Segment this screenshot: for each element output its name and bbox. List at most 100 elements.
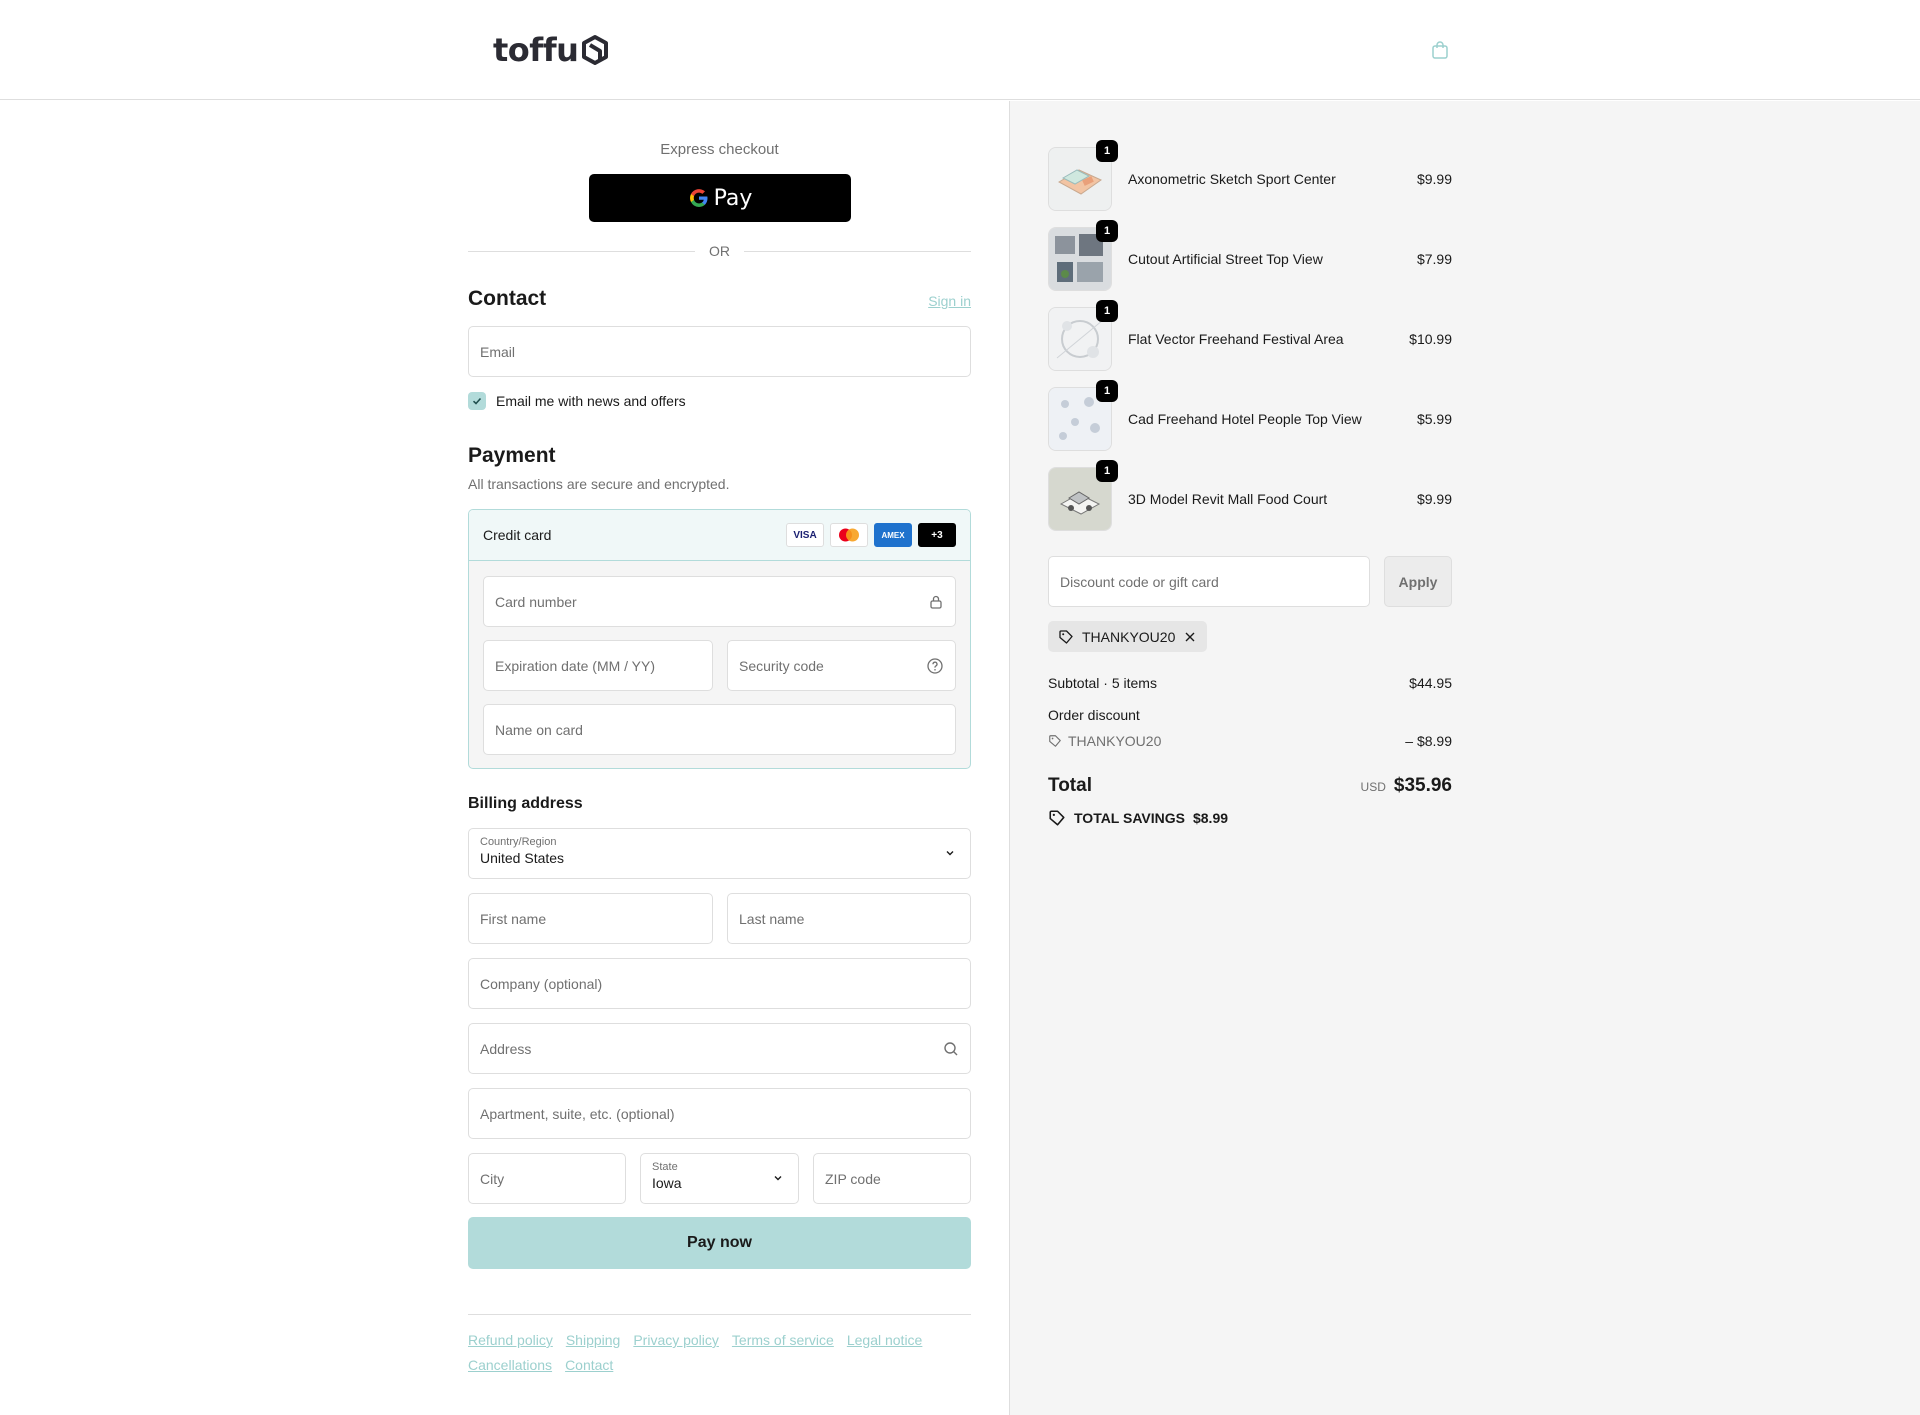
security-code-input[interactable]: Security code [727, 640, 956, 691]
logo-mark-icon [582, 35, 609, 65]
footer-links: Refund policy Shipping Privacy policy Te… [468, 1332, 971, 1373]
item-name: Axonometric Sketch Sport Center [1128, 171, 1336, 187]
cart-item: 1 Cad Freehand Hotel People Top View $5.… [1048, 380, 1452, 451]
amex-icon: AMEX [874, 523, 912, 547]
item-price: $5.99 [1416, 411, 1452, 427]
item-name: Cad Freehand Hotel People Top View [1128, 411, 1362, 427]
google-pay-button[interactable]: Pay [589, 174, 851, 222]
product-thumbnail: 1 [1048, 460, 1118, 531]
product-thumbnail: 1 [1048, 220, 1118, 291]
refund-policy-link[interactable]: Refund policy [468, 1332, 553, 1348]
visa-icon: VISA [786, 523, 824, 547]
state-value: Iowa [652, 1175, 682, 1191]
applied-discount-chip: THANKYOU20 [1048, 621, 1208, 652]
expiry-date-input[interactable]: Expiration date (MM / YY) [483, 640, 713, 691]
total-amount: $35.96 [1393, 775, 1452, 796]
apartment-input[interactable]: Apartment, suite, etc. (optional) [468, 1088, 971, 1139]
store-logo[interactable]: toffu [493, 30, 610, 70]
checkbox-checked[interactable] [468, 392, 486, 410]
item-price: $10.99 [1409, 331, 1452, 347]
zip-code-input[interactable]: ZIP code [813, 1153, 971, 1204]
tag-icon [1049, 735, 1061, 747]
expiry-placeholder: Expiration date (MM / YY) [495, 657, 656, 674]
total-label: Total [1048, 775, 1092, 796]
quantity-badge: 1 [1096, 300, 1118, 322]
company-input[interactable]: Company (optional) [468, 958, 971, 1009]
company-placeholder: Company (optional) [480, 975, 603, 992]
mastercard-icon [830, 523, 868, 547]
email-field[interactable]: Email [468, 326, 971, 377]
cancellations-link[interactable]: Cancellations [468, 1357, 552, 1373]
card-number-input[interactable]: Card number [483, 576, 956, 627]
logo-text: toffu [493, 31, 579, 69]
site-header: toffu [0, 0, 1920, 100]
quantity-badge: 1 [1096, 460, 1118, 482]
payment-subtitle: All transactions are secure and encrypte… [468, 476, 730, 492]
chevron-down-icon [946, 851, 954, 856]
cart-item: 1 3D Model Revit Mall Food Court $9.99 [1048, 460, 1452, 531]
discount-code-input[interactable]: Discount code or gift card [1048, 556, 1370, 607]
state-select[interactable]: State Iowa [640, 1153, 799, 1204]
product-thumbnail: 1 [1048, 380, 1118, 451]
google-g-icon [689, 189, 708, 207]
quantity-badge: 1 [1096, 220, 1118, 242]
credit-card-label: Credit card [483, 527, 552, 543]
applied-code: THANKYOU20 [1082, 628, 1176, 645]
total-row: Total USD $35.96 [1048, 775, 1452, 797]
sign-in-link[interactable]: Sign in [928, 293, 971, 309]
terms-of-service-link[interactable]: Terms of service [732, 1332, 834, 1348]
shopping-bag-icon [1432, 41, 1448, 59]
quantity-badge: 1 [1096, 380, 1118, 402]
item-price: $9.99 [1416, 171, 1452, 187]
cart-button[interactable] [1428, 38, 1452, 62]
express-checkout-label: Express checkout [660, 141, 779, 158]
privacy-policy-link[interactable]: Privacy policy [633, 1332, 719, 1348]
email-placeholder: Email [480, 343, 516, 360]
name-on-card-input[interactable]: Name on card [483, 704, 956, 755]
last-name-input[interactable]: Last name [727, 893, 971, 944]
check-icon [472, 397, 482, 405]
help-circle-icon[interactable] [926, 657, 944, 675]
country-select[interactable]: Country/Region United States [468, 828, 971, 879]
first-name-input[interactable]: First name [468, 893, 713, 944]
product-thumbnail: 1 [1048, 300, 1118, 371]
contact-link[interactable]: Contact [565, 1357, 613, 1373]
order-discount-row: Order discount [1048, 707, 1452, 723]
cart-item: 1 Axonometric Sketch Sport Center $9.99 [1048, 140, 1452, 211]
billing-address-title: Billing address [468, 795, 583, 812]
city-input[interactable]: City [468, 1153, 626, 1204]
apply-discount-button[interactable]: Apply [1384, 556, 1452, 607]
lock-icon [930, 595, 942, 609]
city-placeholder: City [480, 1170, 505, 1187]
apartment-placeholder: Apartment, suite, etc. (optional) [480, 1105, 675, 1122]
payment-title: Payment [468, 444, 556, 467]
item-name: Cutout Artificial Street Top View [1128, 251, 1323, 267]
order-discount-label: Order discount [1048, 707, 1140, 723]
last-name-placeholder: Last name [739, 910, 805, 927]
cart-item: 1 Cutout Artificial Street Top View $7.9… [1048, 220, 1452, 291]
item-price: $7.99 [1416, 251, 1452, 267]
item-price: $9.99 [1416, 491, 1452, 507]
address-input[interactable]: Address [468, 1023, 971, 1074]
tag-icon [1059, 629, 1073, 644]
total-value-group: USD $35.96 [1361, 775, 1452, 797]
state-label: State [652, 1161, 678, 1173]
more-cards-badge: +3 [918, 523, 956, 547]
credit-card-option[interactable]: Credit card VISA AMEX +3 [469, 510, 970, 561]
address-placeholder: Address [480, 1040, 532, 1057]
currency-code: USD [1360, 780, 1386, 794]
shipping-link[interactable]: Shipping [566, 1332, 621, 1348]
subtotal-row: Subtotal · 5 items $44.95 [1048, 675, 1452, 691]
chevron-down-icon [774, 1176, 782, 1181]
legal-notice-link[interactable]: Legal notice [847, 1332, 923, 1348]
discount-code: THANKYOU20 [1068, 733, 1162, 749]
product-thumbnail: 1 [1048, 140, 1118, 211]
order-summary-panel [1009, 101, 1920, 1415]
savings-value: $8.99 [1192, 810, 1229, 826]
discount-placeholder: Discount code or gift card [1060, 573, 1219, 590]
close-icon[interactable] [1183, 630, 1197, 644]
or-divider: OR [468, 241, 971, 261]
pay-now-button[interactable]: Pay now [468, 1217, 971, 1269]
newsletter-checkbox[interactable]: Email me with news and offers [468, 392, 686, 410]
card-number-placeholder: Card number [495, 593, 577, 610]
